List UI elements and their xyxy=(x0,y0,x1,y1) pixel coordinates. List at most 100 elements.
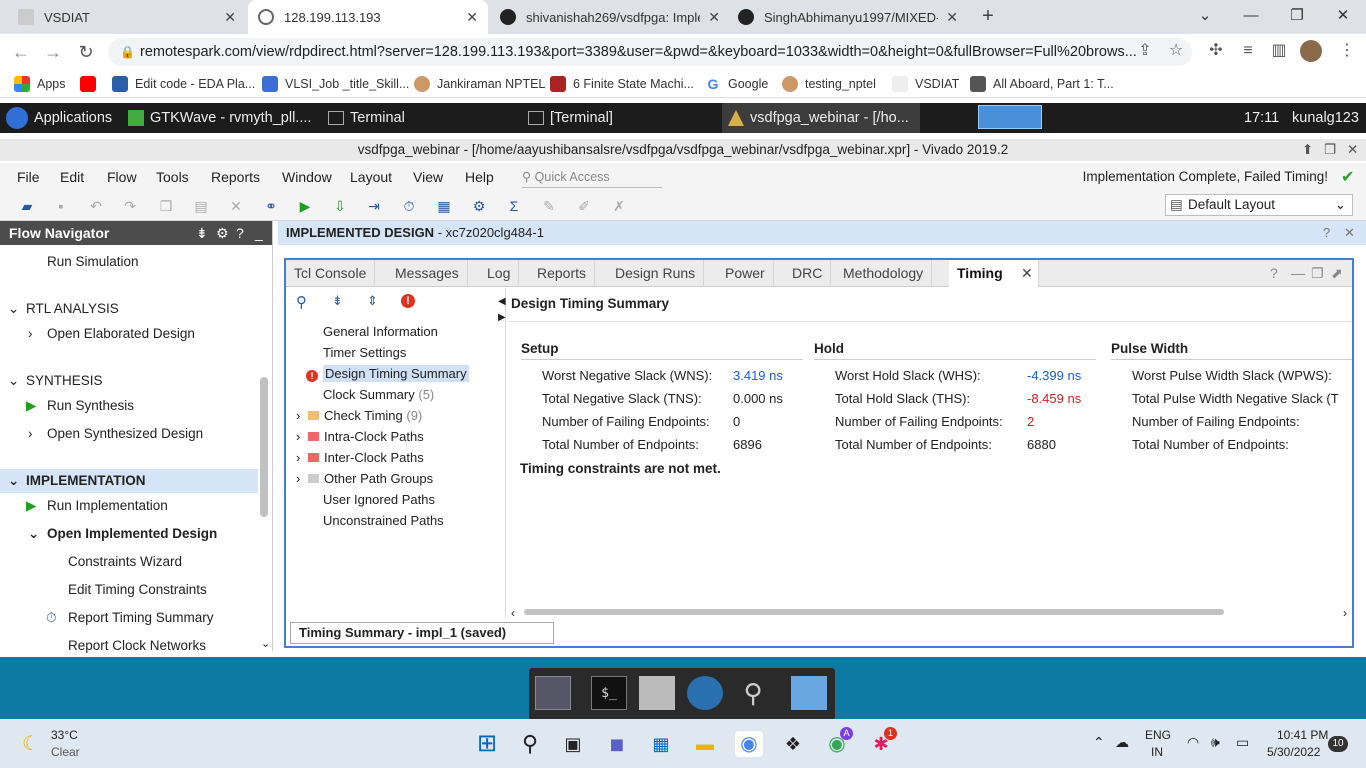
tab-log[interactable]: Log xyxy=(479,260,520,287)
close-icon[interactable]: ✕ xyxy=(1344,221,1355,245)
bookmark-star-icon[interactable]: ☆ xyxy=(1165,40,1187,62)
help-icon[interactable]: ? xyxy=(1270,265,1278,281)
wifi-icon[interactable]: ◠ xyxy=(1187,734,1199,751)
redo-icon[interactable]: ↷ xyxy=(121,197,139,215)
nav-run-simulation[interactable]: Run Simulation xyxy=(47,250,139,274)
applications-menu[interactable]: Applications xyxy=(0,103,118,133)
setup-wns-value[interactable]: 3.419 ns xyxy=(733,368,783,383)
bookmark-all-aboard[interactable]: All Aboard, Part 1: T... xyxy=(970,74,1114,94)
forward-icon[interactable]: → xyxy=(40,40,66,64)
search-icon[interactable]: ⚲ xyxy=(296,293,307,311)
collapse-left-icon[interactable]: ◀ xyxy=(498,296,506,307)
save-icon[interactable]: ▪ xyxy=(52,197,70,215)
tab-tcl-console[interactable]: Tcl Console xyxy=(286,260,376,287)
restore-icon[interactable]: ❐ xyxy=(1311,265,1324,282)
expand-all-icon[interactable]: ⇕ xyxy=(367,293,378,309)
tab-timing[interactable]: Timing ✕ xyxy=(949,260,1039,287)
collapse-all-icon[interactable]: ⇟ xyxy=(196,221,208,245)
nav-run-synthesis[interactable]: ▶ Run Synthesis xyxy=(26,394,134,418)
delete-icon[interactable]: ✕ xyxy=(227,197,245,215)
menu-tools[interactable]: Tools xyxy=(156,169,189,185)
menu-file[interactable]: File xyxy=(17,169,40,185)
clock-time[interactable]: 10:41 PM xyxy=(1277,728,1328,742)
bookmark-apps[interactable]: Apps xyxy=(14,74,66,94)
tab-search-icon[interactable]: ⌄ xyxy=(1190,4,1220,28)
taskbar-vivado[interactable]: vsdfpga_webinar - [/ho... xyxy=(722,103,920,133)
tree-intra-clock-paths[interactable]: › Intra-Clock Paths xyxy=(296,426,424,447)
menu-edit[interactable]: Edit xyxy=(60,169,84,185)
chat-icon[interactable]: ◼ xyxy=(603,731,631,757)
workspace-switcher[interactable] xyxy=(978,105,1042,129)
restore-icon[interactable]: ❐ xyxy=(1324,139,1336,161)
search-icon[interactable]: ⚲ xyxy=(516,731,544,757)
clock-date[interactable]: 5/30/2022 xyxy=(1267,745,1320,759)
new-tab-button[interactable]: + xyxy=(976,5,1000,29)
menu-window[interactable]: Window xyxy=(282,169,332,185)
nav-synthesis[interactable]: ⌄ SYNTHESIS xyxy=(8,369,103,393)
bookmark-youtube[interactable] xyxy=(80,74,103,94)
nav-run-implementation[interactable]: ▶ Run Implementation xyxy=(26,494,168,518)
weather-desc[interactable]: Clear xyxy=(51,745,80,759)
nav-report-clock-networks[interactable]: Report Clock Networks xyxy=(68,634,206,658)
task-view-icon[interactable]: ▣ xyxy=(559,731,587,757)
close-icon[interactable]: ✕ xyxy=(224,9,236,26)
layout-select[interactable]: ▤ Default Layout ⌄ xyxy=(1165,194,1353,216)
store-icon[interactable]: ▦ xyxy=(647,731,675,757)
run-icon[interactable]: ▶ xyxy=(296,197,314,215)
share-icon[interactable]: ⇪ xyxy=(1134,40,1156,62)
tab-drc[interactable]: DRC xyxy=(784,260,832,287)
back-icon[interactable]: ← xyxy=(8,40,34,64)
expand-right-icon[interactable]: ▶ xyxy=(498,312,506,323)
tree-user-ignored-paths[interactable]: User Ignored Paths xyxy=(323,489,435,510)
profile-avatar[interactable] xyxy=(1300,40,1322,62)
report-icon[interactable]: ▦ xyxy=(435,197,453,215)
address-bar[interactable]: 🔒 remotespark.com/view/rdpdirect.html?se… xyxy=(108,38,1192,66)
tree-other-path-groups[interactable]: › Other Path Groups xyxy=(296,468,433,489)
hold-ths-value[interactable]: -8.459 ns xyxy=(1027,391,1081,406)
file-explorer-icon[interactable]: ▬ xyxy=(691,731,719,757)
browser-tab-vsdiat[interactable]: VSDIAT ✕ xyxy=(8,0,246,34)
close-icon[interactable]: ✕ xyxy=(946,9,958,26)
minimize-icon[interactable]: _ xyxy=(255,221,263,245)
more-menu-icon[interactable]: ⋮ xyxy=(1336,40,1358,62)
tab-reports[interactable]: Reports xyxy=(529,260,596,287)
nav-edit-timing-constraints[interactable]: Edit Timing Constraints xyxy=(68,578,207,602)
tree-timer-settings[interactable]: Timer Settings xyxy=(323,342,406,363)
step-icon[interactable]: ⇥ xyxy=(365,197,383,215)
help-icon[interactable]: ? xyxy=(236,221,244,245)
folder-icon[interactable] xyxy=(791,676,827,710)
home-folder-icon[interactable] xyxy=(639,676,675,710)
nav-open-elaborated[interactable]: › Open Elaborated Design xyxy=(28,322,195,346)
nav-rtl-analysis[interactable]: ⌄ RTL ANALYSIS xyxy=(8,297,119,321)
chevron-up-icon[interactable]: ⌃ xyxy=(1093,734,1105,751)
tool-disabled-2-icon[interactable]: ✐ xyxy=(575,197,593,215)
tree-unconstrained-paths[interactable]: Unconstrained Paths xyxy=(323,510,444,531)
tab-messages[interactable]: Messages xyxy=(387,260,468,287)
web-browser-icon[interactable] xyxy=(687,676,723,710)
minimize-icon[interactable]: — xyxy=(1291,265,1305,281)
tab-design-runs[interactable]: Design Runs xyxy=(607,260,705,287)
tool-disabled-3-icon[interactable]: ✗ xyxy=(610,197,628,215)
open-icon[interactable]: ▰ xyxy=(18,197,36,215)
restore-icon[interactable]: ❐ xyxy=(1282,4,1312,28)
media-icon[interactable]: ≡ xyxy=(1237,40,1259,62)
bookmark-google[interactable]: G Google xyxy=(705,74,768,94)
notification-count[interactable]: 10 xyxy=(1328,736,1348,752)
tree-clock-summary[interactable]: Clock Summary (5) xyxy=(323,384,434,405)
browser-tab-remote[interactable]: 128.199.113.193 ✕ xyxy=(248,0,488,34)
taskbar-gtkwave[interactable]: GTKWave - rvmyth_pll.... xyxy=(122,103,318,133)
undo-icon[interactable]: ↶ xyxy=(87,197,105,215)
close-icon[interactable]: ✕ xyxy=(1347,139,1358,161)
close-icon[interactable]: ✕ xyxy=(466,9,478,26)
sidepanel-icon[interactable]: ▥ xyxy=(1268,40,1290,62)
sigma-icon[interactable]: Σ xyxy=(505,197,523,215)
chrome-icon[interactable]: ◉ xyxy=(735,731,763,757)
bookmark-vsdiat[interactable]: VSDIAT xyxy=(892,74,959,94)
hold-failing-value[interactable]: 2 xyxy=(1027,414,1034,429)
bookmark-fsm[interactable]: 6 Finite State Machi... xyxy=(550,74,694,94)
scrollbar[interactable] xyxy=(260,377,268,517)
close-icon[interactable]: ✕ xyxy=(1021,260,1033,287)
search-icon[interactable]: ⚲ xyxy=(735,676,771,710)
bookmark-eda[interactable]: Edit code - EDA Pla... xyxy=(112,74,255,94)
battery-icon[interactable]: ▭ xyxy=(1236,734,1249,751)
